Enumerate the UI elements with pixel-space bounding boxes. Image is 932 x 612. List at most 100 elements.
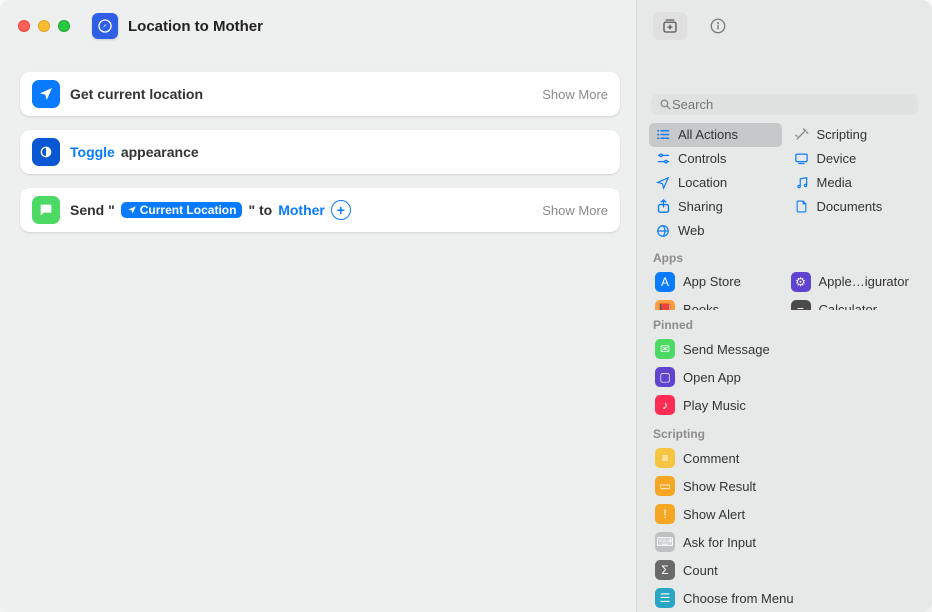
apps-header: Apps: [637, 243, 932, 268]
app-calculator[interactable]: = Calculator: [785, 296, 921, 310]
scripting-comment[interactable]: ≡ Comment: [649, 444, 920, 472]
shortcut-title: Location to Mother: [128, 18, 263, 35]
show-more-button[interactable]: Show More: [542, 203, 608, 218]
compass-icon: [92, 13, 118, 39]
category-media[interactable]: Media: [788, 171, 921, 195]
send-prefix: Send ": [70, 202, 115, 218]
action-send-message[interactable]: Send " Current Location " to Mother + Sh…: [20, 188, 620, 232]
item-label: Open App: [683, 370, 741, 385]
maximize-window-button[interactable]: [58, 20, 70, 32]
share-icon: [655, 199, 671, 215]
search-input[interactable]: [672, 97, 910, 112]
add-recipient-button[interactable]: +: [331, 200, 351, 220]
document-icon: [794, 199, 810, 215]
info-button[interactable]: [705, 13, 731, 39]
category-documents[interactable]: Documents: [788, 195, 921, 219]
scripting-choose-from-menu[interactable]: ☰ Choose from Menu: [649, 584, 920, 612]
count-icon: Σ: [655, 560, 675, 580]
music-icon: ♪: [655, 395, 675, 415]
search-icon: [659, 98, 672, 111]
send-mid: " to: [248, 202, 272, 218]
app-label: Books: [683, 302, 719, 310]
category-location[interactable]: Location: [649, 171, 782, 195]
search-field[interactable]: [651, 94, 918, 115]
calculator-icon: =: [791, 300, 811, 310]
pinned-list: ✉ Send Message ▢Open App ♪ Play Music: [637, 335, 932, 419]
app-app-store[interactable]: A App Store: [649, 268, 785, 296]
library-button[interactable]: [653, 12, 687, 40]
close-window-button[interactable]: [18, 20, 30, 32]
item-label: Send Message: [683, 342, 770, 357]
app-apple-configurator[interactable]: ⚙ Apple…igurator: [785, 268, 921, 296]
messages-icon: ✉: [655, 339, 675, 359]
scripting-ask-for-input[interactable]: ⌨ Ask for Input: [649, 528, 920, 556]
editor-area[interactable]: Get current location Show More Toggle ap…: [0, 52, 636, 612]
toggle-param[interactable]: Toggle: [70, 144, 115, 160]
music-icon: [794, 175, 810, 191]
item-label: Show Alert: [683, 507, 745, 522]
category-scripting[interactable]: Scripting: [788, 123, 921, 147]
category-label: Controls: [678, 151, 726, 166]
location-icon: [655, 175, 671, 191]
scripting-list: ≡ Comment ▭ Show Result ! Show Alert ⌨ Ask f…: [637, 444, 932, 612]
messages-icon: [32, 196, 60, 224]
category-label: All Actions: [678, 127, 738, 142]
magic-variable-token[interactable]: Current Location: [121, 202, 243, 218]
app-label: App Store: [683, 274, 741, 289]
scripting-show-alert[interactable]: ! Show Alert: [649, 500, 920, 528]
category-device[interactable]: Device: [788, 147, 921, 171]
category-label: Scripting: [817, 127, 868, 142]
appstore-icon: A: [655, 272, 675, 292]
wand-icon: [794, 127, 810, 143]
recipient-param[interactable]: Mother: [278, 202, 325, 218]
scripting-header: Scripting: [637, 419, 932, 444]
category-label: Web: [678, 223, 705, 238]
category-controls[interactable]: Controls: [649, 147, 782, 171]
app-label: Calculator: [819, 302, 878, 310]
pinned-open-app[interactable]: ▢Open App: [649, 363, 920, 391]
pinned-send-message[interactable]: ✉ Send Message: [649, 335, 920, 363]
action-get-current-location[interactable]: Get current location Show More: [20, 72, 620, 116]
result-icon: ▭: [655, 476, 675, 496]
list-icon: [655, 127, 671, 143]
alert-icon: !: [655, 504, 675, 524]
category-label: Sharing: [678, 199, 723, 214]
pinned-header: Pinned: [637, 310, 932, 335]
show-more-button[interactable]: Show More: [542, 87, 608, 102]
item-label: Count: [683, 563, 718, 578]
location-arrow-icon: [32, 80, 60, 108]
category-sharing[interactable]: Sharing: [649, 195, 782, 219]
minimize-window-button[interactable]: [38, 20, 50, 32]
category-all-actions[interactable]: All Actions: [649, 123, 782, 147]
action-toggle-appearance[interactable]: Toggle appearance: [20, 130, 620, 174]
action-label: Get current location: [70, 86, 203, 102]
category-web[interactable]: Web: [649, 219, 782, 243]
configurator-icon: ⚙: [791, 272, 811, 292]
sidebar-titlebar: [636, 0, 932, 52]
app-label: Apple…igurator: [819, 274, 909, 289]
scripting-count[interactable]: Σ Count: [649, 556, 920, 584]
device-icon: [794, 151, 810, 167]
pinned-play-music[interactable]: ♪ Play Music: [649, 391, 920, 419]
category-label: Location: [678, 175, 727, 190]
item-label: Choose from Menu: [683, 591, 794, 606]
scripting-show-result[interactable]: ▭ Show Result: [649, 472, 920, 500]
input-icon: ⌨: [655, 532, 675, 552]
category-label: Media: [817, 175, 852, 190]
app-books[interactable]: 📕 Books: [649, 296, 785, 310]
books-icon: 📕: [655, 300, 675, 310]
main: Get current location Show More Toggle ap…: [0, 52, 932, 612]
category-label: Documents: [817, 199, 883, 214]
action-params: Toggle appearance: [70, 144, 199, 160]
item-label: Comment: [683, 451, 739, 466]
apps-list: A App Store ⚙ Apple…igurator 📕 Books = Calcu…: [637, 268, 932, 310]
item-label: Play Music: [683, 398, 746, 413]
item-label: Ask for Input: [683, 535, 756, 550]
action-trailing: appearance: [121, 144, 199, 160]
token-label: Current Location: [140, 203, 237, 217]
appearance-icon: [32, 138, 60, 166]
comment-icon: ≡: [655, 448, 675, 468]
window-controls: [18, 20, 70, 32]
menu-icon: ☰: [655, 588, 675, 608]
item-label: Show Result: [683, 479, 756, 494]
